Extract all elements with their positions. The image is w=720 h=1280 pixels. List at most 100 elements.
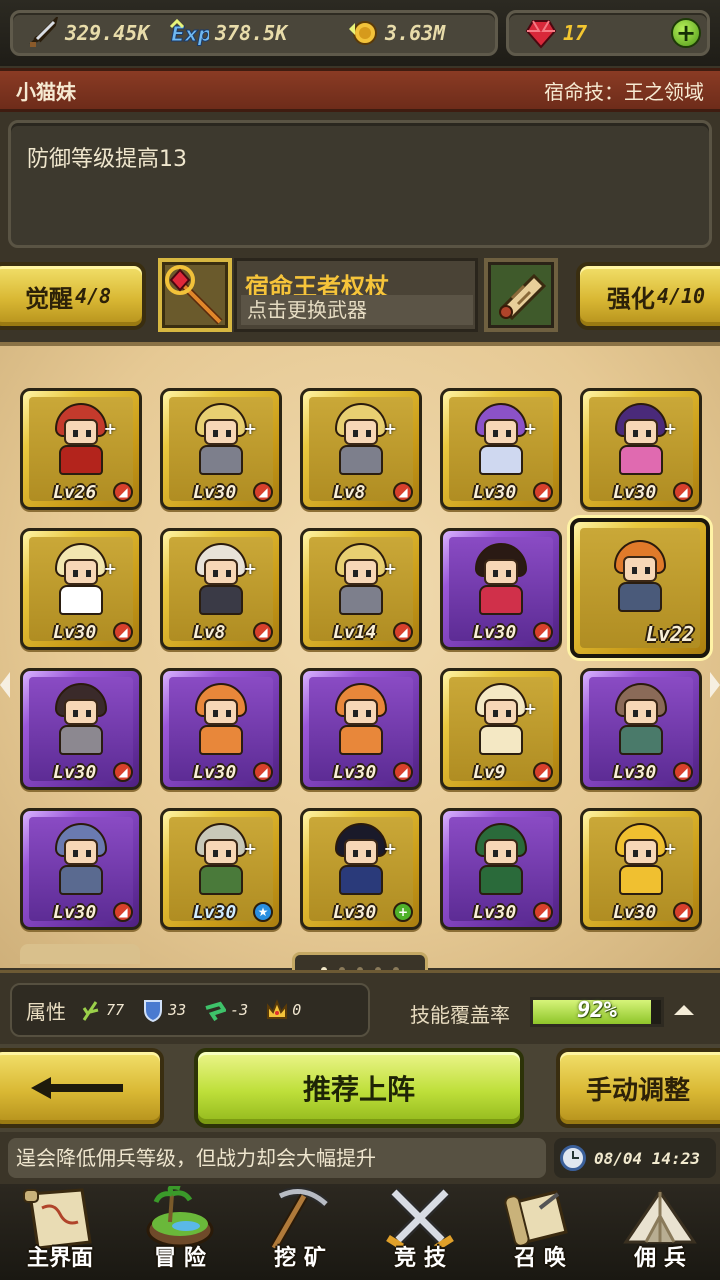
tip-bar: 逞会降低佣兵等级，但战力却会大幅提升 08/04 14:23	[0, 1132, 720, 1184]
power-value: 329.45K	[65, 21, 150, 45]
sparkle-icon: +	[663, 839, 677, 858]
hero-card[interactable]: Lv22	[570, 518, 710, 658]
enhance-button[interactable]: 强化 4/10	[576, 262, 720, 330]
weapon-badge-icon: ◢	[253, 482, 273, 502]
weapon-badge-icon: ◢	[393, 622, 413, 642]
manual-adjust-button[interactable]: 手动调整	[556, 1048, 720, 1128]
nav-adventure[interactable]: 冒 险	[120, 1184, 240, 1280]
scroll-right-arrow[interactable]	[710, 672, 720, 698]
skill-scroll-slot[interactable]	[484, 258, 558, 332]
sparkle-icon: +	[383, 839, 397, 858]
weapon-row: 觉醒 4/8 宿命王者权杖 点击更换武器 强化 4/10	[0, 256, 720, 340]
nav-summon[interactable]: 召 唤	[480, 1184, 600, 1280]
hero-card[interactable]: + Lv26 ◢	[20, 388, 142, 510]
hero-card[interactable]: + Lv30 ◢	[580, 388, 702, 510]
clock-icon	[560, 1145, 586, 1171]
hero-level: Lv8	[333, 482, 366, 503]
weapon-badge-icon: ◢	[113, 902, 133, 922]
power-resource: 329.45K	[27, 13, 149, 53]
scroll-left-arrow[interactable]	[0, 672, 10, 698]
hero-card[interactable]: + Lv8 ◢	[160, 528, 282, 650]
attribute-panel: 属性 77 33 -3 0	[10, 983, 370, 1037]
hero-card[interactable]: Lv30 ◢	[300, 668, 422, 790]
sword-icon	[27, 14, 59, 49]
attribute-label: 属性	[26, 999, 66, 1024]
nav-arena[interactable]: 竞 技	[360, 1184, 480, 1280]
hero-portrait	[51, 683, 111, 757]
hero-level: Lv30	[53, 622, 97, 643]
hero-card[interactable]: + Lv8 ◢	[300, 388, 422, 510]
weapon-badge-icon: ◢	[113, 482, 133, 502]
hero-card[interactable]: Lv30 ◢	[160, 668, 282, 790]
hero-level: Lv30	[473, 482, 517, 503]
hero-card[interactable]: + Lv14 ◢	[300, 528, 422, 650]
expand-caret-icon[interactable]	[674, 1005, 694, 1015]
hero-portrait	[611, 683, 671, 757]
hero-card[interactable]: + Lv30 ◢	[440, 388, 562, 510]
back-button[interactable]	[0, 1048, 164, 1128]
hero-level: Lv30	[473, 902, 517, 923]
weapon-slot[interactable]	[158, 258, 232, 332]
hero-card[interactable]: Lv30 ◢	[20, 808, 142, 930]
plus-badge-icon: +	[393, 902, 413, 922]
hero-portrait	[611, 823, 671, 897]
hero-card[interactable]: Lv30 ◢	[20, 668, 142, 790]
hero-level: Lv30	[473, 622, 517, 643]
hero-level: Lv30	[193, 762, 237, 783]
shield-value: 33	[168, 1001, 187, 1019]
hero-portrait	[51, 543, 111, 617]
nav-mercenary[interactable]: 佣 兵	[600, 1184, 720, 1280]
hero-portrait	[471, 403, 531, 477]
hero-card[interactable]: + Lv30 ★	[160, 808, 282, 930]
sparkle-icon: +	[103, 559, 117, 578]
exp-value: 378.5K	[215, 21, 288, 45]
gem-resource: 17	[525, 13, 587, 53]
weapon-badge-icon: ◢	[673, 902, 693, 922]
hero-portrait	[191, 683, 251, 757]
weapon-badge-icon: ◢	[113, 762, 133, 782]
gold-coin-icon	[347, 17, 379, 49]
nav-mining[interactable]: 挖 矿	[240, 1184, 360, 1280]
hero-card[interactable]: Lv30 ◢	[440, 808, 562, 930]
hero-level: Lv30	[333, 902, 377, 923]
hero-level: Lv30	[333, 762, 377, 783]
hero-level: Lv30	[613, 482, 657, 503]
nav-mercenary-label: 佣 兵	[634, 1246, 686, 1271]
hero-grid: + Lv26 ◢ + Lv30 ◢ + Lv8 ◢ + Lv30 ◢ + Lv30 ◢ + Lv30 ◢ + Lv8 ◢…	[0, 342, 720, 968]
hero-portrait	[331, 683, 391, 757]
hero-portrait	[471, 683, 531, 757]
action-row: 推荐上阵 手动调整	[0, 1044, 720, 1132]
weapon-badge-icon: ◢	[253, 762, 273, 782]
hero-portrait	[191, 823, 251, 897]
nature-icon	[80, 998, 102, 1022]
currency-panel: 329.45K Exp 378.5K 3.63M	[10, 10, 498, 56]
hero-card[interactable]: + Lv9 ◢	[440, 668, 562, 790]
hero-card[interactable]: + Lv30 +	[300, 808, 422, 930]
sparkle-icon: +	[243, 559, 257, 578]
recommend-deploy-button[interactable]: 推荐上阵	[194, 1048, 524, 1128]
hero-card[interactable]: Lv30 ◢	[580, 668, 702, 790]
gold-resource: 3.63M	[347, 13, 445, 53]
awaken-button[interactable]: 觉醒 4/8	[0, 262, 146, 330]
hero-card[interactable]: Lv30 ◢	[440, 528, 562, 650]
hero-portrait	[610, 540, 670, 614]
add-gems-button[interactable]: +	[671, 18, 701, 48]
grid-tab	[20, 944, 140, 964]
recommend-label: 推荐上阵	[302, 1073, 415, 1106]
attribute-bar: 属性 77 33 -3 0 技能覆盖率 92%	[0, 970, 720, 1044]
nature-value: 77	[106, 1001, 125, 1019]
crown-value: 0	[292, 1001, 302, 1019]
star-badge-icon: ★	[253, 902, 273, 922]
weapon-badge-icon: ◢	[533, 622, 553, 642]
hero-card[interactable]: + Lv30 ◢	[20, 528, 142, 650]
hero-header: 小猫妹 宿命技：王之领域	[0, 68, 720, 112]
plus-icon: +	[675, 19, 697, 47]
hero-card[interactable]: + Lv30 ◢	[160, 388, 282, 510]
hero-description: 防御等级提高13	[8, 120, 712, 248]
hero-level: Lv30	[613, 902, 657, 923]
hero-card[interactable]: + Lv30 ◢	[580, 808, 702, 930]
nav-home[interactable]: 主界面	[0, 1184, 120, 1280]
weapon-info[interactable]: 宿命王者权杖 点击更换武器	[234, 258, 478, 332]
nav-summon-label: 召 唤	[514, 1246, 566, 1271]
enhance-progress: 4/10	[656, 284, 706, 308]
